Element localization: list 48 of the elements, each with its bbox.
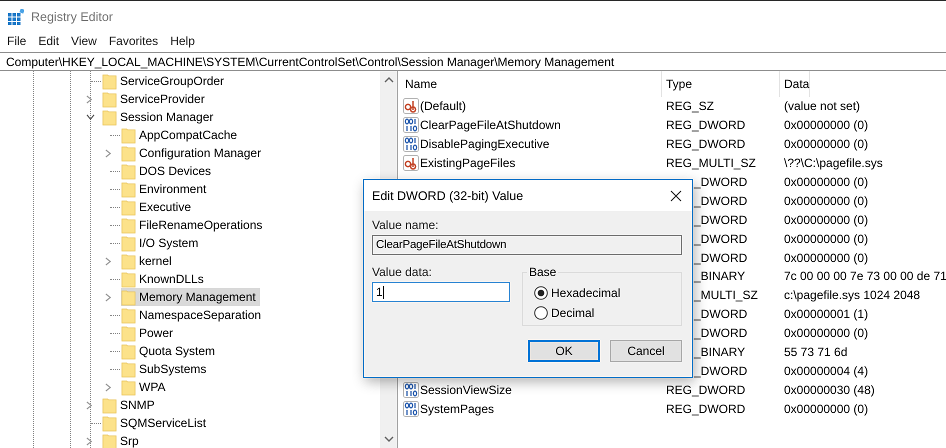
dialog-title: Edit DWORD (32-bit) Value <box>372 188 524 202</box>
table-cell-text: 0x00000001 (1) <box>783 307 868 322</box>
radio-label: Hexadecimal <box>551 286 620 300</box>
group-label: Base <box>527 265 558 279</box>
table-cell-text: 0x00000000 (0) <box>783 326 868 340</box>
table-cell: ClearPageFileAtShutdown <box>420 118 561 132</box>
radio-label: Decimal <box>551 306 594 320</box>
table-cell-text: REG_MULTI_SZ <box>665 156 757 170</box>
table-cell-text: _DWORD <box>692 212 748 227</box>
table-cell-text: 0x00000000 (0) <box>783 212 868 227</box>
table-cell-text: _DWORD <box>692 250 748 265</box>
table-cell-text: _DWORD <box>692 232 748 246</box>
table-cell-text: _DWORD <box>692 364 748 378</box>
table-cell-text: 0x00000000 (0) <box>783 402 868 416</box>
table-cell: DisablePagingExecutive <box>420 137 550 152</box>
table-cell-text: REG_DWORD <box>665 382 746 397</box>
window-title: Registry Editor <box>31 10 113 24</box>
table-cell-text: 0x00000000 (0) <box>783 137 868 152</box>
table-cell-text: 0x00000000 (0) <box>783 250 868 265</box>
table-cell-text: 0x00000000 (0) <box>783 194 868 208</box>
table-cell-text: 0x00000000 (0) <box>783 232 868 246</box>
table-cell-text: REG_DWORD <box>665 137 746 152</box>
table-cell-text: REG_DWORD <box>665 402 746 416</box>
table-cell-text: 0x00000000 (0) <box>783 175 868 189</box>
field-label: Value data: <box>372 265 433 279</box>
field-label: Value name: <box>372 218 440 232</box>
table-cell-text: 7c 00 00 00 7e 73 00 00 de 71 <box>783 269 946 284</box>
table-cell-text: REG_SZ <box>665 99 716 114</box>
table-cell: SessionViewSize <box>420 382 512 397</box>
table-cell-text: c:\pagefile.sys 1024 2048 <box>783 288 920 302</box>
table-cell-text: \??\C:\pagefile.sys <box>783 156 883 170</box>
value-name-field: ClearPageFileAtShutdown <box>372 235 682 255</box>
table-cell-text: 0x00000000 (0) <box>783 118 868 132</box>
table-cell-text: REG_DWORD <box>665 118 746 132</box>
table-cell-text: (value not set) <box>783 99 860 114</box>
table-cell-text: 0x00000030 (48) <box>783 382 875 397</box>
table-cell: ExistingPageFiles <box>420 156 516 170</box>
table-cell-text: _DWORD <box>692 326 748 340</box>
table-cell-text: _BINARY <box>692 269 746 284</box>
table-cell-text: _DWORD <box>692 307 748 322</box>
table-cell-text: 55 73 71 6d <box>783 345 848 360</box>
table-cell-text: 0x00000004 (4) <box>783 364 868 378</box>
table-cell: (Default) <box>420 99 466 114</box>
table-cell-text: _MULTI_SZ <box>692 288 759 302</box>
table-cell-text: _DWORD <box>692 175 748 189</box>
table-cell-text: _BINARY <box>692 345 746 360</box>
table-cell: SystemPages <box>420 402 494 416</box>
table-cell-text: _DWORD <box>692 194 748 208</box>
